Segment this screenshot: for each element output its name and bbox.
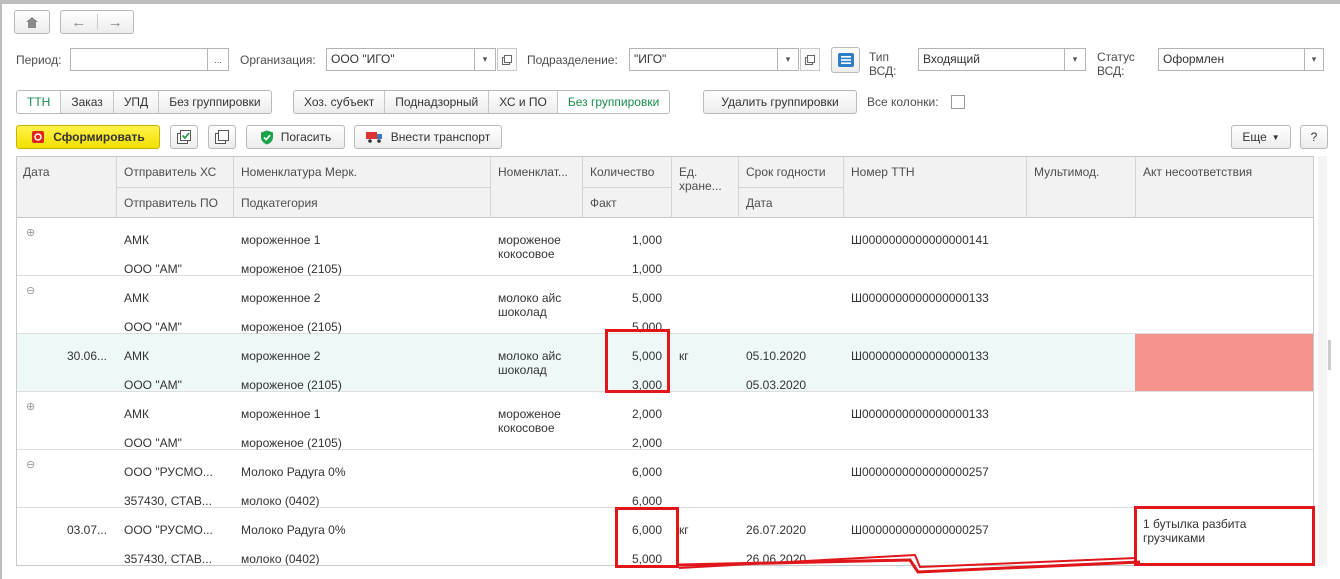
annotation-line — [678, 553, 1141, 574]
